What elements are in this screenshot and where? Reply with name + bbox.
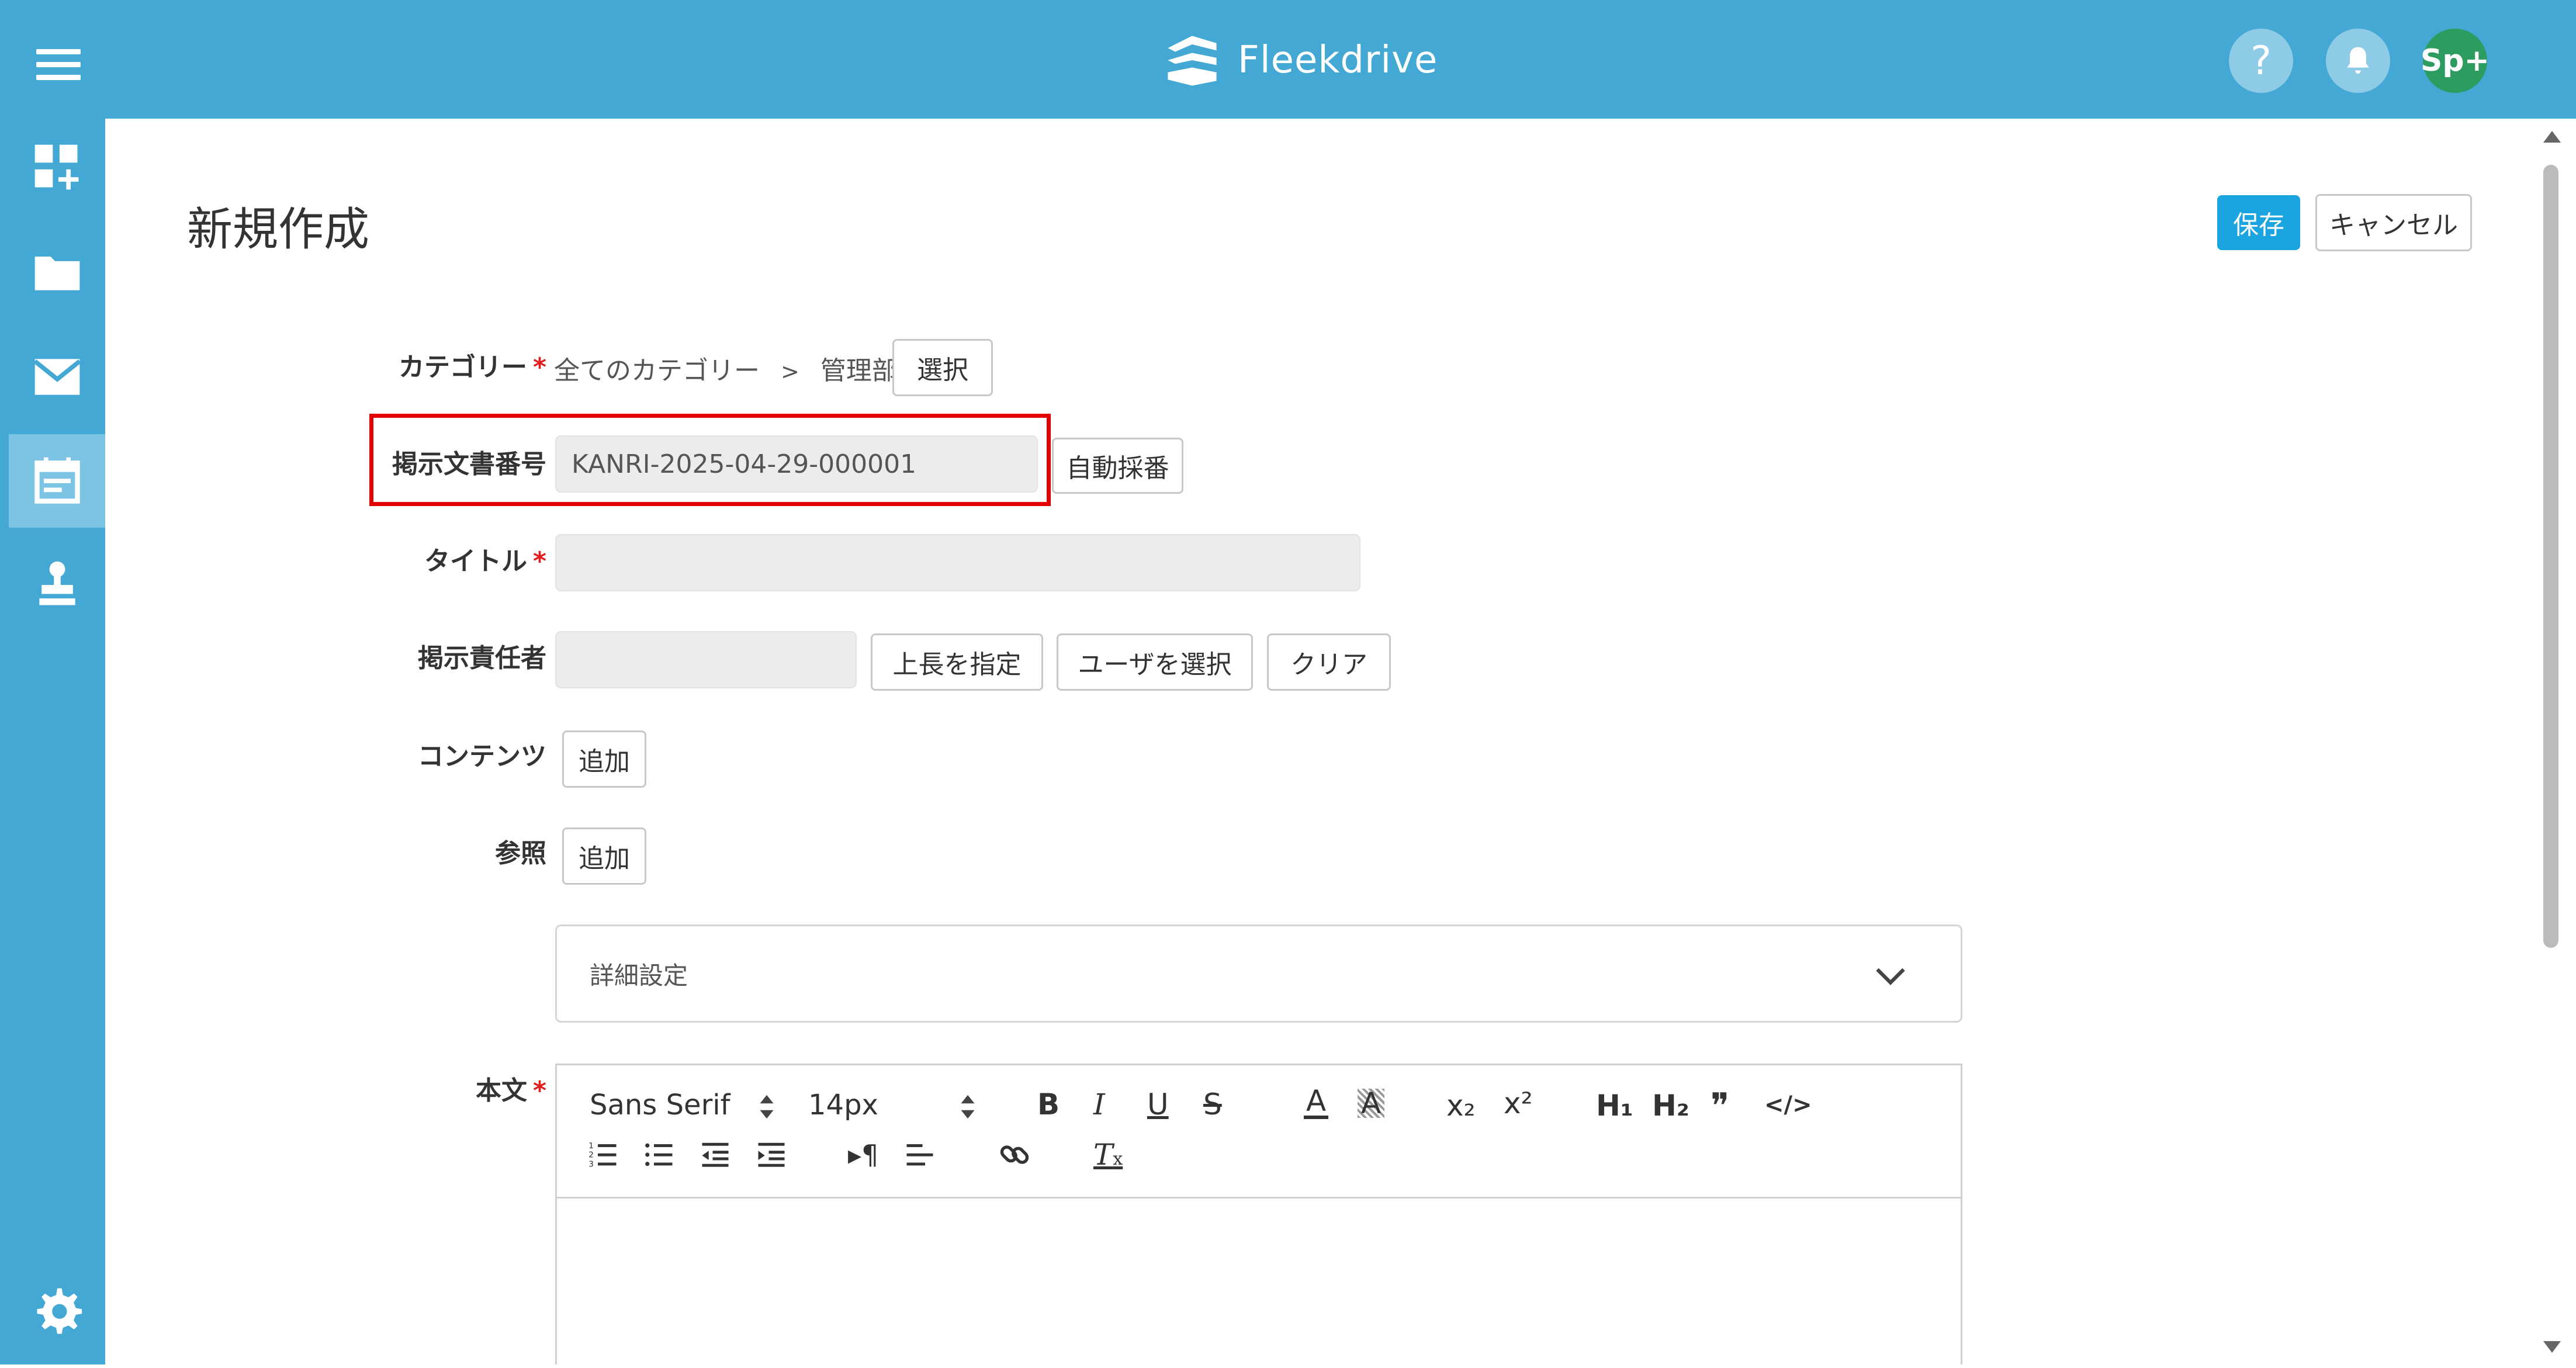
- code-block-icon[interactable]: </>: [1764, 1093, 1812, 1117]
- scroll-thumb[interactable]: [2543, 165, 2558, 948]
- category-leaf: 管理部: [820, 356, 898, 386]
- mail-icon: [33, 359, 81, 395]
- contents-add-button[interactable]: 追加: [562, 730, 646, 788]
- fleekdrive-logo-icon: [1168, 36, 1217, 86]
- sidebar-item-settings[interactable]: [9, 1264, 105, 1357]
- contents-label: コンテンツ: [418, 742, 546, 771]
- link-icon[interactable]: [998, 1138, 1031, 1172]
- category-root: 全てのカテゴリー: [554, 356, 760, 386]
- cancel-button[interactable]: キャンセル: [2315, 194, 2472, 251]
- scroll-up-arrow-icon[interactable]: [2543, 131, 2561, 143]
- gear-icon: [37, 1288, 82, 1334]
- font-size-select[interactable]: 14px: [808, 1091, 878, 1119]
- save-button[interactable]: 保存: [2217, 195, 2300, 250]
- title-input[interactable]: [555, 534, 1360, 591]
- assign-supervisor-button[interactable]: 上長を指定: [871, 633, 1043, 691]
- hamburger-menu-icon[interactable]: [36, 49, 81, 80]
- help-button[interactable]: ?: [2229, 29, 2293, 93]
- details-accordion[interactable]: 詳細設定: [555, 924, 1962, 1023]
- text-direction-icon[interactable]: ▸¶: [848, 1141, 878, 1168]
- outdent-icon[interactable]: [700, 1139, 731, 1170]
- superscript-icon[interactable]: x²: [1504, 1089, 1533, 1118]
- bold-icon[interactable]: B: [1037, 1090, 1060, 1119]
- dashboard-add-icon: [34, 144, 78, 190]
- heading2-icon[interactable]: H₂: [1652, 1091, 1689, 1120]
- top-bar: Fleekdrive ? Sp+: [0, 0, 2576, 119]
- app-root: Fleekdrive ? Sp+ 新規作成 保存 キャンセル カテゴリー * 全…: [0, 0, 2576, 1364]
- doc-number-field[interactable]: KANRI-2025-04-29-000001: [555, 435, 1038, 493]
- folder-icon: [34, 257, 79, 290]
- reference-label: 参照: [495, 839, 546, 868]
- category-label-text: カテゴリー: [398, 352, 527, 382]
- font-size-arrows-icon: [961, 1095, 975, 1119]
- page-title: 新規作成: [187, 203, 370, 256]
- font-family-value: Sans Serif: [590, 1089, 730, 1121]
- vertical-scrollbar[interactable]: [2539, 124, 2562, 1364]
- background-color-icon[interactable]: A: [1358, 1089, 1385, 1118]
- required-mark: *: [532, 352, 546, 382]
- font-family-select[interactable]: Sans Serif: [590, 1091, 730, 1119]
- blockquote-icon[interactable]: ❞: [1711, 1089, 1729, 1124]
- sidebar-item-calendar[interactable]: [9, 434, 105, 528]
- italic-icon[interactable]: I: [1093, 1090, 1105, 1119]
- clear-button[interactable]: クリア: [1267, 633, 1391, 691]
- breadcrumb-separator: >: [781, 359, 799, 385]
- bell-icon: [2347, 47, 2369, 74]
- svg-text:3: 3: [588, 1159, 594, 1169]
- sidebar-item-stamp[interactable]: [9, 538, 105, 632]
- select-user-button[interactable]: ユーザを選択: [1057, 633, 1253, 691]
- svg-text:1: 1: [588, 1141, 594, 1151]
- category-select-button[interactable]: 選択: [892, 339, 993, 396]
- required-mark: *: [532, 546, 546, 576]
- editor-content-area[interactable]: [557, 1199, 1961, 1368]
- owner-label: 掲示責任者: [418, 643, 546, 673]
- doc-number-label: 掲示文書番号: [392, 449, 546, 479]
- notification-button[interactable]: [2326, 29, 2390, 93]
- heading1-icon[interactable]: H₁: [1596, 1091, 1633, 1120]
- category-label: カテゴリー *: [399, 346, 546, 383]
- title-label: タイトル *: [424, 540, 546, 577]
- bullet-list-icon[interactable]: [643, 1139, 675, 1170]
- brand: Fleekdrive: [1162, 28, 1438, 92]
- sidebar: [0, 119, 105, 1364]
- subscript-icon[interactable]: x₂: [1446, 1091, 1476, 1120]
- body-label: 本文 *: [476, 1069, 546, 1107]
- rich-text-editor: Sans Serif 14px B I U S A A x₂ x² H₁ H₂ …: [555, 1064, 1962, 1364]
- help-icon: ?: [2250, 37, 2272, 84]
- body-label-text: 本文: [475, 1076, 527, 1106]
- user-avatar[interactable]: Sp+: [2420, 29, 2490, 93]
- sidebar-item-dashboard[interactable]: [9, 120, 105, 214]
- underline-icon[interactable]: U: [1147, 1090, 1169, 1119]
- indent-icon[interactable]: [756, 1139, 787, 1170]
- avatar-text: Sp+: [2420, 43, 2490, 78]
- chevron-down-icon[interactable]: [1873, 958, 1908, 993]
- calendar-icon: [34, 457, 80, 504]
- align-left-icon[interactable]: [904, 1139, 936, 1170]
- sidebar-item-files[interactable]: [9, 226, 105, 319]
- editor-toolbar: Sans Serif 14px B I U S A A x₂ x² H₁ H₂ …: [557, 1065, 1961, 1199]
- reference-add-button[interactable]: 追加: [562, 827, 646, 885]
- svg-text:2: 2: [588, 1151, 594, 1160]
- category-path: 全てのカテゴリー > 管理部: [554, 349, 898, 387]
- stamp-icon: [39, 561, 75, 605]
- owner-field[interactable]: [555, 631, 857, 688]
- text-color-icon[interactable]: A: [1304, 1086, 1329, 1119]
- scroll-down-arrow-icon[interactable]: [2543, 1341, 2561, 1353]
- auto-number-button[interactable]: 自動採番: [1052, 438, 1183, 494]
- font-size-value: 14px: [808, 1089, 878, 1121]
- font-family-arrows-icon: [760, 1095, 774, 1119]
- brand-name: Fleekdrive: [1238, 39, 1438, 82]
- required-mark: *: [532, 1076, 546, 1106]
- details-title: 詳細設定: [590, 961, 688, 990]
- ordered-list-icon[interactable]: 123: [587, 1139, 619, 1170]
- strikethrough-icon[interactable]: S: [1203, 1090, 1222, 1119]
- clear-format-icon[interactable]: Tx: [1093, 1140, 1123, 1169]
- title-label-text: タイトル: [424, 546, 527, 576]
- sidebar-item-mail[interactable]: [9, 330, 105, 424]
